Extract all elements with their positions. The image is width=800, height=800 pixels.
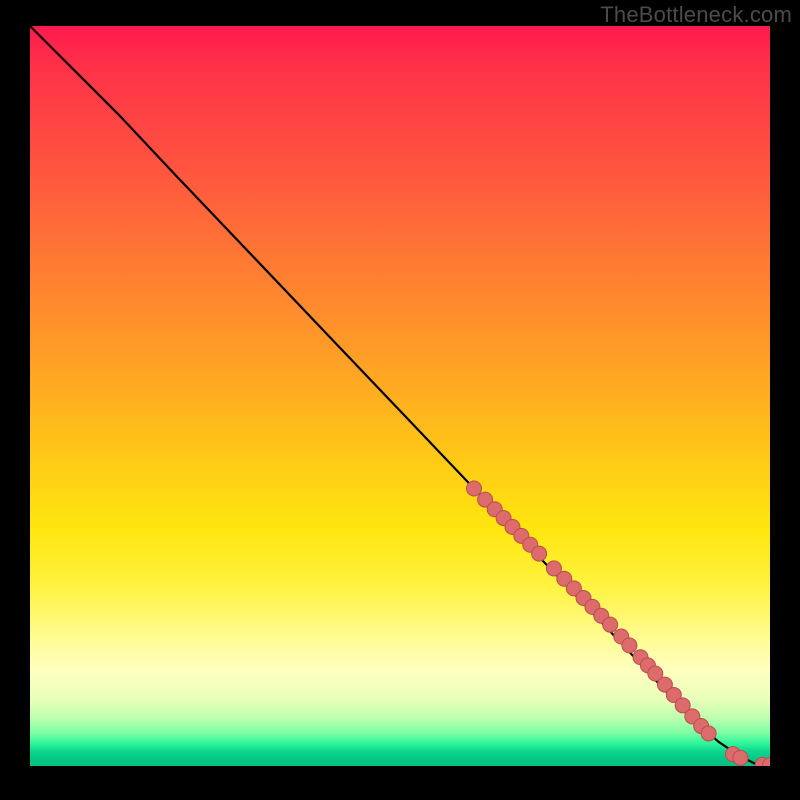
watermark-text: TheBottleneck.com	[600, 2, 792, 28]
data-marker	[701, 726, 716, 741]
curve-line	[30, 26, 770, 766]
chart-frame: TheBottleneck.com	[0, 0, 800, 800]
data-markers	[467, 481, 771, 766]
data-marker	[733, 750, 748, 765]
plot-area	[30, 26, 770, 766]
data-marker	[532, 546, 547, 561]
chart-svg	[30, 26, 770, 766]
data-marker	[603, 617, 618, 632]
data-marker	[622, 638, 637, 653]
data-marker	[467, 481, 482, 496]
